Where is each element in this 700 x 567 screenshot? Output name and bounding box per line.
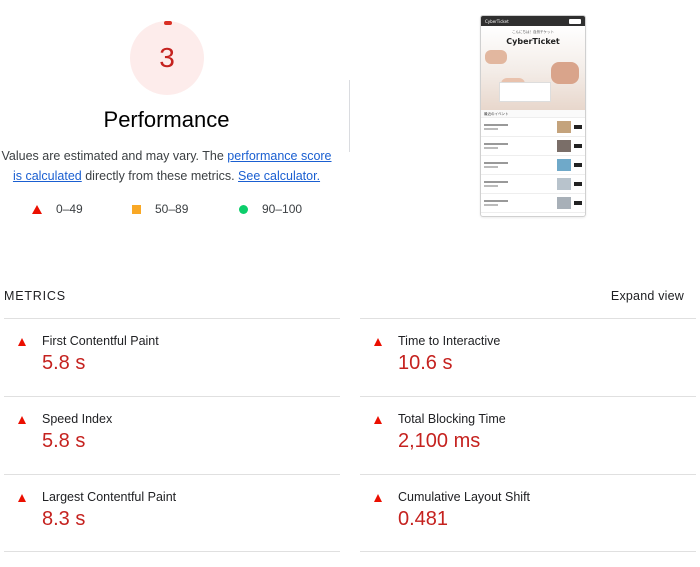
thumb-hand-image (485, 50, 507, 64)
thumb-event-row (481, 137, 585, 156)
metrics-heading: METRICS (4, 289, 66, 303)
metrics-divider (360, 396, 696, 397)
fail-triangle-icon (374, 494, 382, 502)
thumb-event-row (481, 156, 585, 175)
fail-triangle-icon (18, 338, 26, 346)
metrics-divider (360, 551, 696, 552)
legend-item-average: 50–89 (132, 202, 188, 216)
metric-time-to-interactive: Time to Interactive 10.6 s (360, 334, 680, 394)
fail-triangle-icon (374, 338, 382, 346)
pass-circle-icon (239, 204, 248, 214)
thumb-event-row (481, 118, 585, 137)
metrics-divider (4, 396, 340, 397)
legend-item-pass: 90–100 (239, 202, 302, 216)
metric-total-blocking-time: Total Blocking Time 2,100 ms (360, 412, 680, 472)
expand-view-toggle[interactable]: Expand view (611, 289, 684, 303)
thumb-event-row (481, 194, 585, 213)
vertical-divider (349, 80, 350, 152)
final-screenshot-thumbnail[interactable]: CyberTicket こんにちは！自然チケット CyberTicket 最近の… (480, 15, 586, 217)
fail-triangle-icon (18, 494, 26, 502)
metric-first-contentful-paint: First Contentful Paint 5.8 s (4, 334, 324, 394)
fail-triangle-icon (374, 416, 382, 424)
thumb-header-button (569, 18, 581, 24)
thumb-section-title: 最近のイベント (481, 110, 585, 118)
thumb-hero: こんにちは！自然チケット CyberTicket (481, 26, 585, 110)
metric-speed-index: Speed Index 5.8 s (4, 412, 324, 472)
thumb-hand-image (551, 62, 579, 84)
see-calculator-link[interactable]: See calculator. (238, 169, 320, 183)
thumb-event-row (481, 175, 585, 194)
score-value: 3 (159, 42, 175, 73)
category-title: Performance (103, 107, 230, 132)
metrics-divider (360, 474, 696, 475)
legend-item-fail: 0–49 (32, 202, 83, 216)
metric-largest-contentful-paint: Largest Contentful Paint 8.3 s (4, 490, 324, 550)
metrics-divider (360, 318, 696, 319)
metric-cumulative-layout-shift: Cumulative Layout Shift 0.481 (360, 490, 680, 550)
score-description: Values are estimated and may vary. The p… (1, 149, 332, 183)
thumb-ticket-card (499, 82, 551, 102)
metrics-divider (4, 551, 340, 552)
thumb-header: CyberTicket (481, 16, 585, 26)
fail-triangle-icon (32, 204, 42, 214)
fail-triangle-icon (18, 416, 26, 424)
average-square-icon (132, 204, 141, 214)
metrics-divider (4, 474, 340, 475)
metrics-divider (4, 318, 340, 319)
